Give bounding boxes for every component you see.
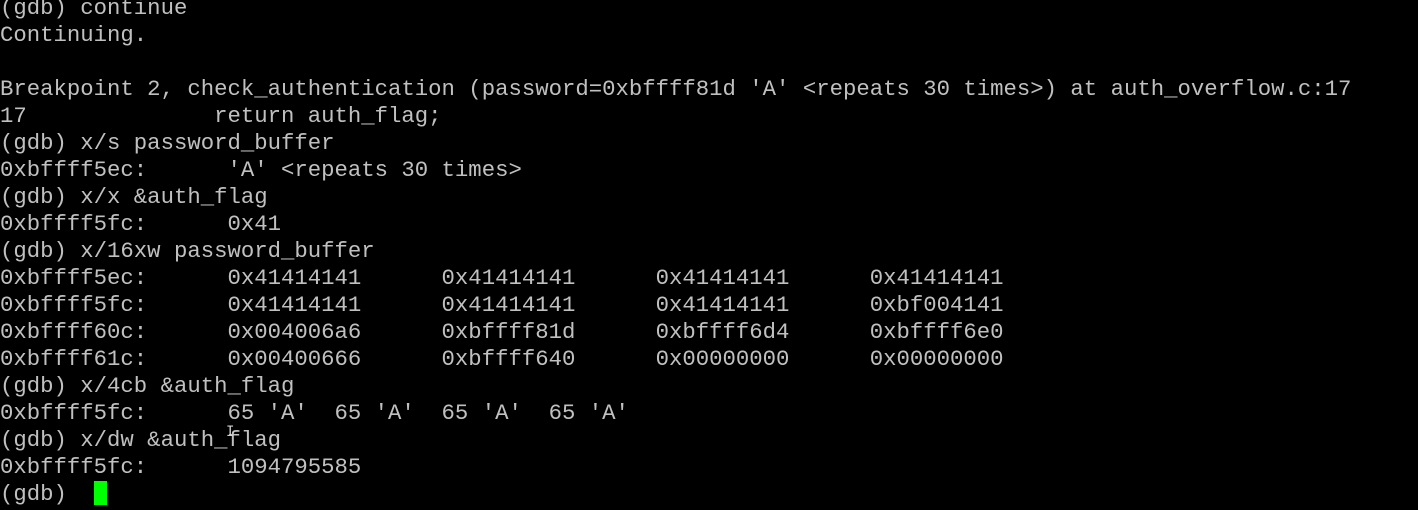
terminal-line: 0xbffff5fc: 1094795585 [0,454,362,480]
terminal-line: 0xbffff5ec: 0x41414141 0x41414141 0x4141… [0,265,1004,291]
terminal-window[interactable]: (gdb) continue Continuing. Breakpoint 2,… [0,0,1418,510]
terminal-line: (gdb) continue [0,0,188,21]
terminal-line: (gdb) x/16xw password_buffer [0,238,375,264]
terminal-line: Breakpoint 2, check_authentication (pass… [0,76,1352,102]
terminal-line: 0xbffff5fc: 65 'A' 65 'A' 65 'A' 65 'A' [0,400,629,426]
text-cursor [94,481,108,505]
terminal-prompt-line[interactable]: (gdb) [0,481,108,508]
terminal-line: 0xbffff60c: 0x004006a6 0xbffff81d 0xbfff… [0,319,1004,345]
terminal-line: (gdb) x/dw &auth_flag [0,427,281,453]
gdb-prompt: (gdb) [0,481,81,507]
terminal-line: Continuing. [0,22,148,48]
terminal-line: 0xbffff5fc: 0x41414141 0x41414141 0x4141… [0,292,1004,318]
terminal-line: (gdb) x/4cb &auth_flag [0,373,295,399]
terminal-line: (gdb) x/s password_buffer [0,130,335,156]
terminal-line: 0xbffff5fc: 0x41 [0,211,281,237]
terminal-line: 17 return auth_flag; [0,103,442,129]
terminal-line: 0xbffff5ec: 'A' <repeats 30 times> [0,157,522,183]
mouse-ibeam-icon: I [226,424,235,440]
terminal-line: (gdb) x/x &auth_flag [0,184,268,210]
terminal-line: 0xbffff61c: 0x00400666 0xbffff640 0x0000… [0,346,1004,372]
